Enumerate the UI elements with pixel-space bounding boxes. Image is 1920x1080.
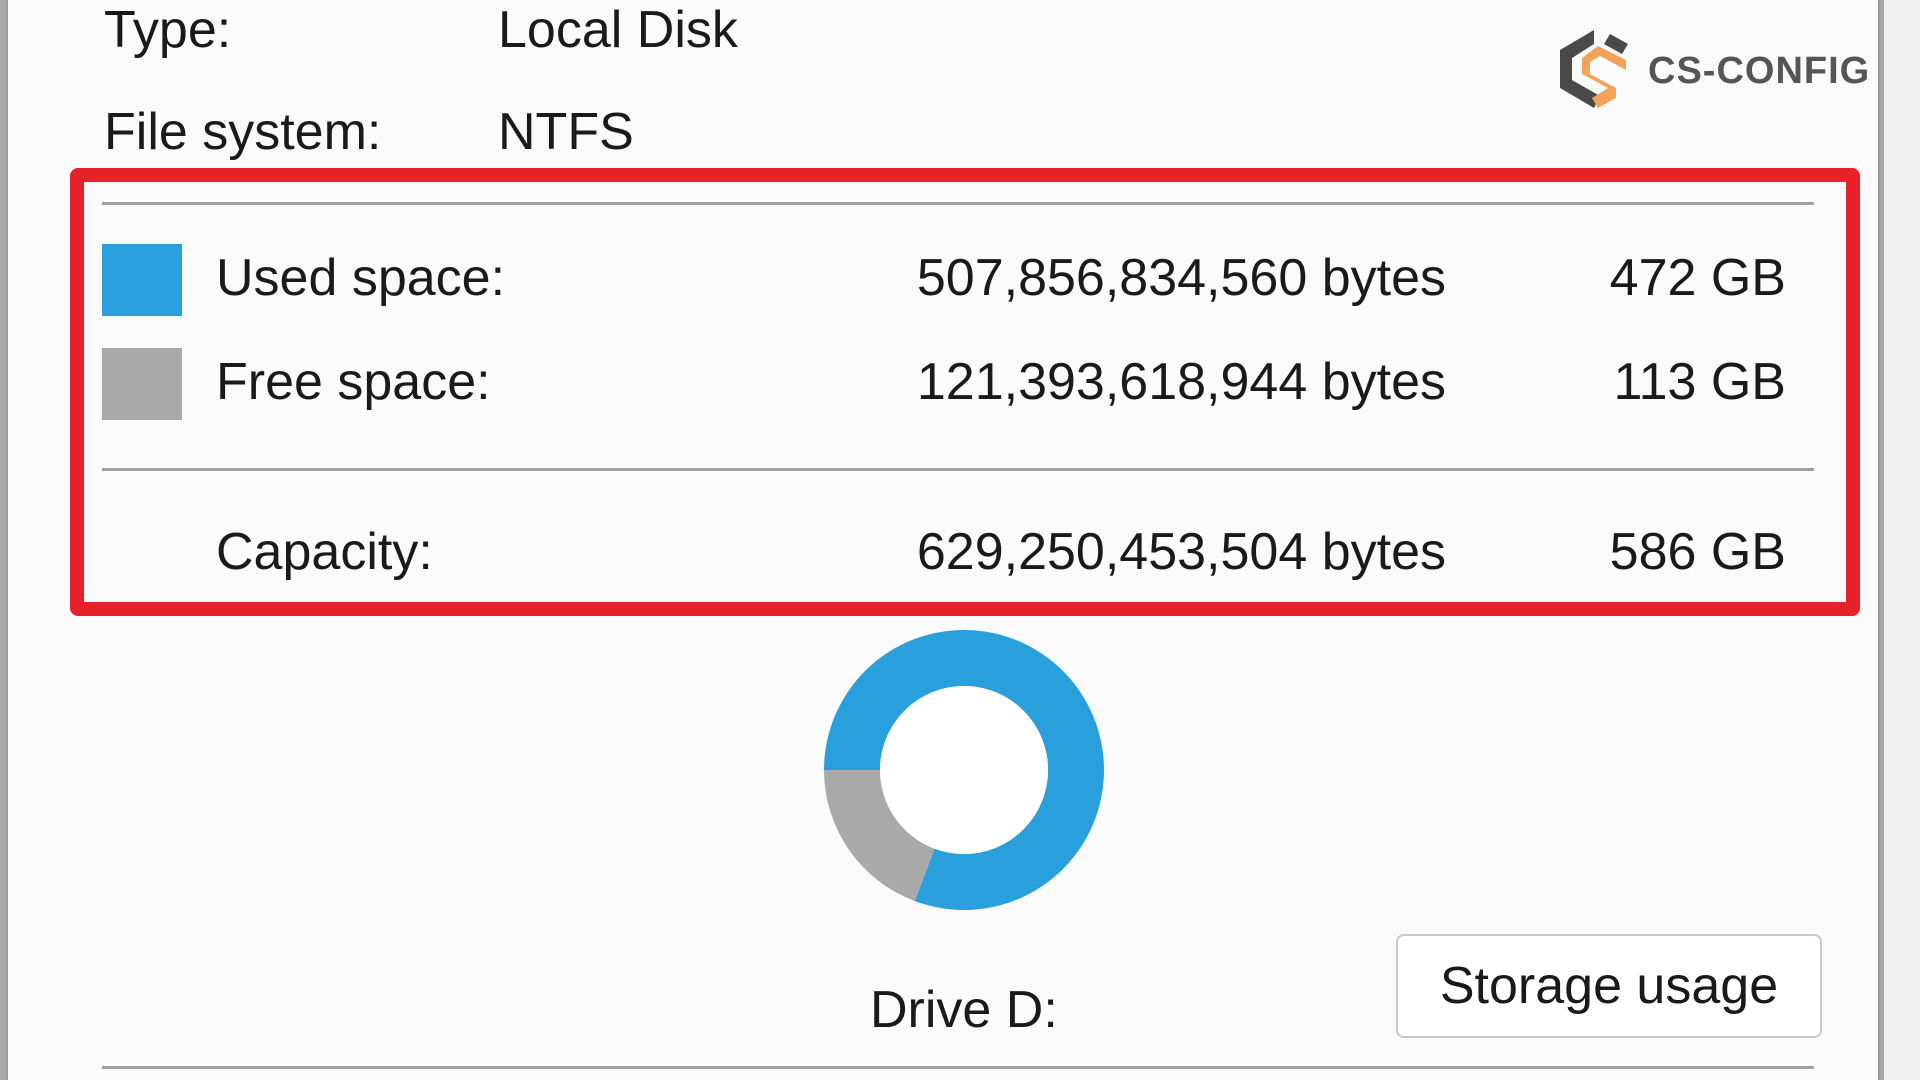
file-system-value: NTFS bbox=[498, 103, 634, 161]
cs-config-logo: CS-CONFIG bbox=[1556, 26, 1869, 110]
storage-usage-button[interactable]: Storage usage bbox=[1396, 934, 1822, 1038]
window-edge bbox=[1884, 0, 1920, 1080]
drive-label: Drive D: bbox=[870, 981, 1058, 1039]
file-system-label: File system: bbox=[104, 103, 382, 161]
drive-properties-dialog: Type: Local Disk File system: NTFS CS-CO… bbox=[6, 0, 1880, 1080]
free-space-bytes: 121,393,618,944 bytes bbox=[916, 353, 1446, 411]
cs-config-logo-icon bbox=[1560, 30, 1628, 108]
used-space-gb: 472 GB bbox=[1609, 249, 1786, 307]
free-space-label: Free space: bbox=[216, 353, 491, 411]
separator-middle bbox=[102, 468, 1814, 471]
capacity-bytes: 629,250,453,504 bytes bbox=[916, 523, 1446, 581]
used-space-bytes: 507,856,834,560 bytes bbox=[916, 249, 1446, 307]
free-space-swatch bbox=[102, 348, 182, 420]
disk-usage-donut-chart bbox=[824, 629, 1104, 910]
type-value: Local Disk bbox=[498, 1, 738, 59]
donut-hole bbox=[880, 686, 1048, 854]
separator-top bbox=[102, 202, 1814, 205]
used-space-label: Used space: bbox=[216, 249, 506, 307]
type-label: Type: bbox=[104, 1, 232, 59]
free-space-gb: 113 GB bbox=[1613, 353, 1786, 411]
cs-config-logo-text: CS-CONFIG bbox=[1648, 50, 1871, 92]
used-space-swatch bbox=[102, 244, 182, 316]
capacity-gb: 586 GB bbox=[1609, 523, 1786, 581]
capacity-label: Capacity: bbox=[216, 523, 433, 581]
separator-bottom bbox=[102, 1066, 1814, 1069]
